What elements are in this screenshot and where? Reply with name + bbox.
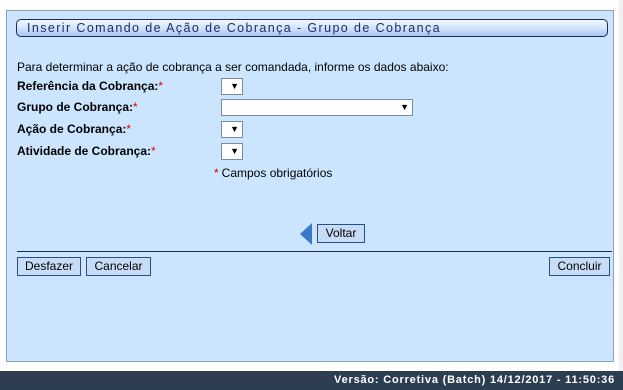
field-label-atividade: Atividade de Cobrança:* [17,144,156,158]
select-grupo-cobranca[interactable]: ▼ [221,99,413,116]
form-panel: Inserir Comando de Ação de Cobrança - Gr… [6,10,614,362]
chevron-down-icon: ▼ [400,102,409,112]
required-marker: * [151,144,156,158]
select-acao-cobranca[interactable]: ▼ [221,121,243,138]
field-label-referencia: Referência da Cobrança:* [17,79,164,93]
select-referencia-cobranca[interactable]: ▼ [221,78,243,95]
required-marker: * [133,100,138,114]
field-label-acao: Ação de Cobrança:* [17,122,132,136]
required-marker: * [158,79,164,93]
arrow-left-icon[interactable] [300,223,312,245]
required-marker: * [214,166,219,180]
scrollbar-edge [619,0,623,371]
voltar-button[interactable]: Voltar [317,224,365,243]
page-title: Inserir Comando de Ação de Cobrança - Gr… [16,19,608,37]
select-atividade-cobranca[interactable]: ▼ [221,143,243,160]
divider [17,251,612,252]
required-marker: * [126,122,132,136]
intro-text: Para determinar a ação de cobrança a ser… [17,60,449,74]
desfazer-button[interactable]: Desfazer [17,257,81,276]
field-label-grupo: Grupo de Cobrança:* [17,100,138,114]
required-fields-note: * Campos obrigatórios [214,166,333,180]
chevron-down-icon: ▼ [230,124,239,134]
chevron-down-icon: ▼ [230,81,239,91]
chevron-down-icon: ▼ [230,146,239,156]
concluir-button[interactable]: Concluir [549,257,610,276]
cancelar-button[interactable]: Cancelar [86,257,151,276]
status-bar: Versão: Corretiva (Batch) 14/12/2017 - 1… [0,371,623,390]
